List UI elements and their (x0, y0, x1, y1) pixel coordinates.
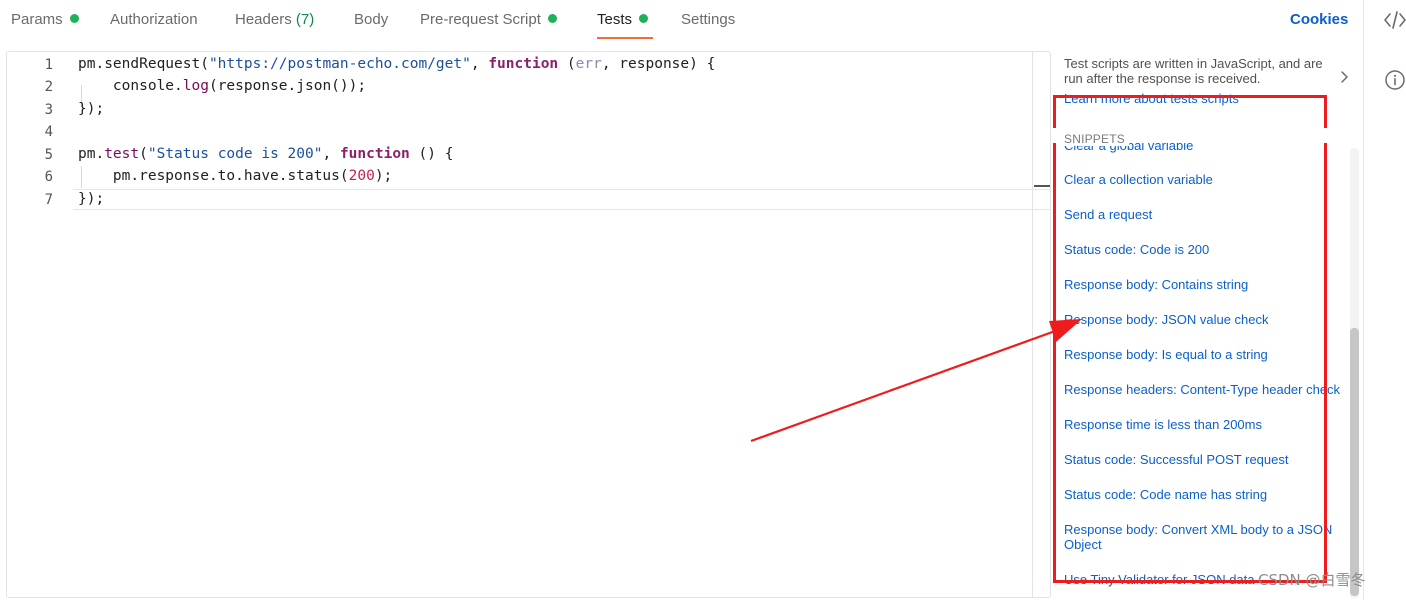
code-line-6: pm.response.to.have.status(200); (78, 168, 393, 184)
tab-tests-label: Tests (597, 11, 633, 28)
tests-side-panel: Test scripts are written in JavaScript, … (1052, 44, 1362, 600)
chevron-right-icon[interactable] (1338, 70, 1350, 84)
panel-scrollbar-thumb[interactable] (1350, 328, 1359, 596)
snippet-item[interactable]: Status code: Code name has string (1064, 487, 1349, 502)
snippet-item[interactable]: Status code: Successful POST request (1064, 452, 1349, 467)
prerequest-status-dot (547, 14, 557, 23)
snippet-item[interactable]: Response body: Contains string (1064, 277, 1349, 292)
params-status-dot (69, 14, 79, 23)
test-script-editor[interactable]: 1 2 3 4 5 6 7 pm.sendRequest("https://po… (6, 51, 1051, 598)
info-icon[interactable] (1384, 69, 1406, 91)
active-line-highlight (73, 189, 1051, 210)
tab-pre-request-label: Pre-request Script (420, 11, 541, 28)
code-line-7: }); (78, 191, 105, 207)
tab-settings[interactable]: Settings (681, 11, 735, 28)
snippet-item[interactable]: Send a request (1064, 207, 1349, 222)
tab-pre-request-script[interactable]: Pre-request Script (420, 11, 557, 28)
line-number: 1 (44, 57, 53, 73)
snippet-item[interactable]: Response time is less than 200ms (1064, 417, 1349, 432)
line-number: 5 (44, 147, 53, 163)
tab-params-label: Params (11, 11, 63, 28)
line-number: 7 (44, 192, 53, 208)
snippet-item[interactable]: Clear a collection variable (1064, 172, 1349, 187)
headers-count: (7) (295, 11, 315, 28)
code-line-2: console.log(response.json()); (78, 78, 367, 94)
snippet-item[interactable]: Response headers: Content-Type header ch… (1064, 382, 1349, 397)
editor-minimap-cursor (1034, 185, 1050, 187)
snippet-item[interactable]: Status code: Code is 200 (1064, 242, 1349, 257)
tab-tests[interactable]: Tests (597, 11, 649, 28)
right-icon-rail (1363, 0, 1406, 600)
code-icon[interactable] (1383, 9, 1406, 31)
snippet-item[interactable]: Response body: Is equal to a string (1064, 347, 1349, 362)
snippet-item[interactable]: Response body: Convert XML body to a JSO… (1064, 522, 1344, 552)
line-number: 3 (44, 102, 53, 118)
watermark: CSDN @白雪冬 (1258, 571, 1366, 589)
active-tab-underline (597, 37, 653, 39)
editor-minimap-divider (1032, 52, 1033, 597)
tab-body[interactable]: Body (354, 11, 388, 28)
tab-headers-label: Headers (235, 11, 292, 28)
code-line-3: }); (78, 101, 105, 117)
line-number: 2 (44, 79, 53, 95)
learn-more-link[interactable]: Learn more about tests scripts (1064, 91, 1239, 106)
tab-params[interactable]: Params (11, 11, 79, 28)
code-line-5: pm.test("Status code is 200", function (… (78, 146, 454, 162)
tab-authorization-label: Authorization (110, 11, 198, 28)
tab-body-label: Body (354, 11, 389, 28)
snippet-item[interactable]: Response body: JSON value check (1064, 312, 1349, 327)
request-tab-bar: Params Authorization Headers (7) Body Pr… (0, 0, 1362, 44)
line-number: 6 (44, 169, 53, 185)
panel-description: Test scripts are written in JavaScript, … (1064, 56, 1323, 86)
cookies-link[interactable]: Cookies (1290, 11, 1348, 28)
code-line-1: pm.sendRequest("https://postman-echo.com… (78, 56, 716, 72)
tab-settings-label: Settings (681, 11, 736, 28)
tab-headers[interactable]: Headers (7) (235, 11, 314, 28)
snippets-header: SNIPPETS (1064, 132, 1129, 146)
tests-status-dot (639, 14, 649, 23)
tab-authorization[interactable]: Authorization (110, 11, 198, 28)
line-number: 4 (44, 124, 53, 140)
